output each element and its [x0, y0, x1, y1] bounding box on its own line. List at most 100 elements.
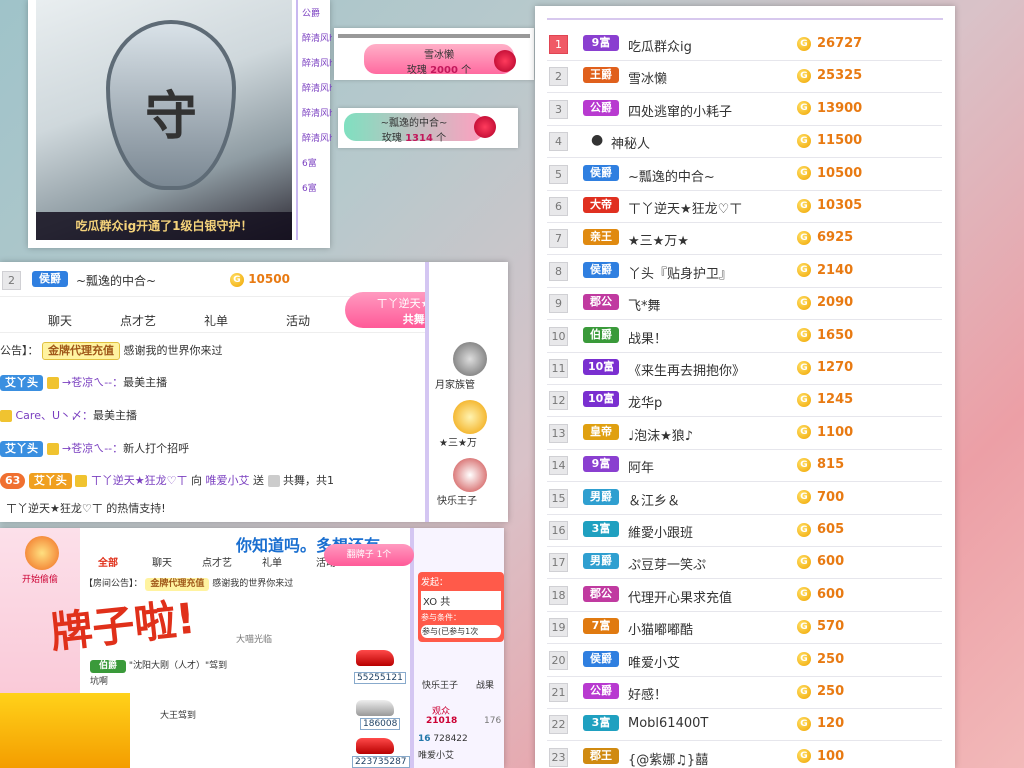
rank-row[interactable]: 3 公爵 四处逃窜的小耗子 G 13900 [547, 93, 942, 126]
side-list-item: 醉清风hv3 [302, 109, 332, 119]
rank-badge: 9富 [583, 35, 619, 51]
rank-name[interactable]: 吃瓜群众ig [628, 36, 692, 55]
rank-number: 15 [549, 488, 568, 508]
rank-row[interactable]: 17 男爵 ぷ豆芽一笑ぷ G 600 [547, 546, 942, 580]
rank-name[interactable]: 代理开心果求充值 [628, 587, 732, 606]
rank-name[interactable]: ★三★万★ [628, 230, 689, 249]
coin-icon: G [797, 295, 811, 310]
rank-name[interactable]: {@紫娜♫}囍 [628, 749, 708, 768]
coin-icon: G [797, 522, 811, 537]
chat-message: 最美主播 [123, 376, 168, 389]
rank-name[interactable]: ~瓢逸的中合~ [628, 166, 715, 185]
tab-0[interactable]: 聊天 [48, 312, 72, 329]
rank-name[interactable]: 神秘人 [611, 133, 650, 152]
rank-row[interactable]: 16 3富 維愛小跟班 G 605 [547, 514, 942, 547]
guard-caption: 吃瓜群众ig开通了1级白银守护！ [36, 212, 292, 240]
tab-1[interactable]: 点才艺 [120, 312, 156, 329]
rank-row[interactable]: 5 侯爵 ~瓢逸的中合~ G 10500 [547, 158, 942, 191]
rank-row[interactable]: 10 伯爵 战果！ G 1650 [547, 320, 942, 353]
chat-line: 艾丫头 →苍凉ㄟ--：新人打个招呼 [0, 440, 189, 457]
rank-score: 1245 [817, 392, 854, 408]
rank-row[interactable]: 20 侯爵 唯爱小艾 G 250 [547, 644, 942, 677]
live-start-icon[interactable] [25, 536, 59, 570]
tab-1[interactable]: 聊天 [152, 554, 172, 569]
rank-row[interactable]: 8 侯爵 丫头『贴身护卫』 G 2140 [547, 255, 942, 288]
rank-name[interactable]: 維愛小跟班 [628, 522, 693, 541]
rank-name[interactable]: 战果！ [628, 328, 667, 347]
rank-row[interactable]: 13 皇帝 ♩泡沫★狼♪ G 1100 [547, 417, 942, 450]
rank-row[interactable]: 4 ● 神秘人 G 11500 [547, 125, 942, 159]
gift-count: 1314 [405, 133, 433, 144]
rank-name[interactable]: 好感！ [628, 684, 667, 703]
rank-score: 2140 [817, 262, 854, 278]
rank-badge: 侯爵 [583, 650, 619, 667]
rank-name[interactable]: Mobl61400T [628, 716, 708, 731]
coin-icon: G [797, 198, 811, 213]
shield-icon: 守 [106, 20, 236, 190]
tab-3[interactable]: 活动 [286, 312, 310, 329]
rank-badge: 郡公 [583, 294, 619, 311]
rank-row[interactable]: 7 亲王 ★三★万★ G 6925 [547, 222, 942, 256]
guard-glyph: 守 [144, 87, 197, 147]
rank-name[interactable]: 唯爱小艾 [628, 652, 680, 671]
rank-number: 20 [549, 650, 568, 670]
rank-row[interactable]: 12 10富 龙华p G 1245 [547, 384, 942, 418]
user-tag: 艾丫头 [0, 375, 43, 391]
rank-name[interactable]: 雪冰懒 [628, 68, 667, 87]
chat-user[interactable]: →苍凉ㄟ--： [62, 376, 123, 389]
avatar[interactable] [453, 342, 487, 376]
tab-2[interactable]: 点才艺 [202, 554, 232, 569]
rank-name[interactable]: 丫头『贴身护卫』 [628, 263, 732, 282]
rank-number: 23 [549, 747, 568, 767]
coin-icon: G [797, 36, 811, 51]
avatar[interactable] [453, 400, 487, 434]
rank-name[interactable]: 四处逃窜的小耗子 [628, 101, 732, 120]
rank-row[interactable]: 15 男爵 ＆江乡＆ G 700 [547, 482, 942, 515]
rank-row[interactable]: 22 3富 Mobl61400T G 120 [547, 708, 942, 742]
rank-badge: 王爵 [583, 67, 619, 84]
chat-user[interactable]: →苍凉ㄟ--： [62, 442, 123, 455]
rank-row[interactable]: 1 9富 吃瓜群众ig G 26727 [547, 28, 942, 61]
rank-row[interactable]: 14 9富 阿年 G 815 [547, 449, 942, 483]
rank-name[interactable]: 《来生再去拥抱你》 [628, 360, 745, 379]
rank-name[interactable]: 飞*舞 [628, 295, 661, 314]
rose-icon [494, 50, 516, 72]
rank-badge: 郡公 [583, 585, 619, 602]
chat-user[interactable]: Care、U丶〆： [16, 409, 94, 422]
dance-pill[interactable]: 翻牌子 1个 [324, 544, 414, 566]
rank-row[interactable]: 23 郡王 {@紫娜♫}囍 G 100 [547, 741, 942, 768]
chat-gift-line: 63 艾丫头 ㄒ丫逆天★狂龙♡ㄒ 向 唯爱小艾 送 共舞，共1 [0, 472, 334, 489]
rank-row[interactable]: 21 公爵 好感！ G 250 [547, 676, 942, 709]
tab-0[interactable]: 全部 [98, 554, 118, 569]
rank-name[interactable]: 龙华p [628, 392, 662, 411]
rank-row[interactable]: 6 大帝 ㄒ丫逆天★狂龙♡ㄒ G 10305 [547, 190, 942, 223]
rank-name[interactable]: ぷ豆芽一笑ぷ [628, 554, 706, 573]
rank-row[interactable]: 18 郡公 代理开心果求充值 G 600 [547, 579, 942, 612]
rank-row[interactable]: 19 7富 小猫嘟嘟酷 G 570 [547, 611, 942, 645]
rank-score: 2090 [817, 295, 854, 311]
rank-name: ~瓢逸的中合~ [76, 274, 157, 288]
tab-2[interactable]: 礼单 [204, 312, 228, 329]
avatar[interactable] [453, 458, 487, 492]
rank-row[interactable]: 9 郡公 飞*舞 G 2090 [547, 287, 942, 321]
tab-3[interactable]: 礼单 [262, 554, 282, 569]
rank-score: 815 [817, 457, 845, 473]
rank-row[interactable]: 2 王爵 雪冰懒 G 25325 [547, 60, 942, 94]
rank-score: 1650 [817, 327, 854, 343]
rank-name[interactable]: ㄒ丫逆天★狂龙♡ㄒ [628, 198, 742, 217]
rank-name[interactable]: 阿年 [628, 457, 654, 476]
chat-gift-line-2: ㄒ丫逆天★狂龙♡ㄒ 的热情支持! [6, 502, 166, 515]
coin-icon: G [797, 425, 811, 440]
rank-badge: 3富 [583, 715, 619, 732]
coin-icon: G [797, 716, 811, 731]
ranking-panel: 1 9富 吃瓜群众ig G 26727 2 王爵 雪冰懒 G 25325 3 公爵 四处逃窜的小耗子 G 1… [535, 6, 955, 768]
rank-name[interactable]: 小猫嘟嘟酷 [628, 619, 693, 638]
rank-name[interactable]: ♩泡沫★狼♪ [628, 425, 693, 444]
rank-row[interactable]: 11 10富 《来生再去拥抱你》 G 1270 [547, 352, 942, 385]
rank-score: 1270 [817, 360, 854, 375]
side-list-item: 醉清风hv3 [302, 84, 332, 94]
rank-name[interactable]: ＆江乡＆ [628, 490, 680, 509]
rank-badge: 郡王 [583, 747, 619, 764]
join-button[interactable]: 参与(已参与1次 [421, 625, 501, 638]
gift-sender: ~瓢逸的中合~ [380, 118, 448, 129]
